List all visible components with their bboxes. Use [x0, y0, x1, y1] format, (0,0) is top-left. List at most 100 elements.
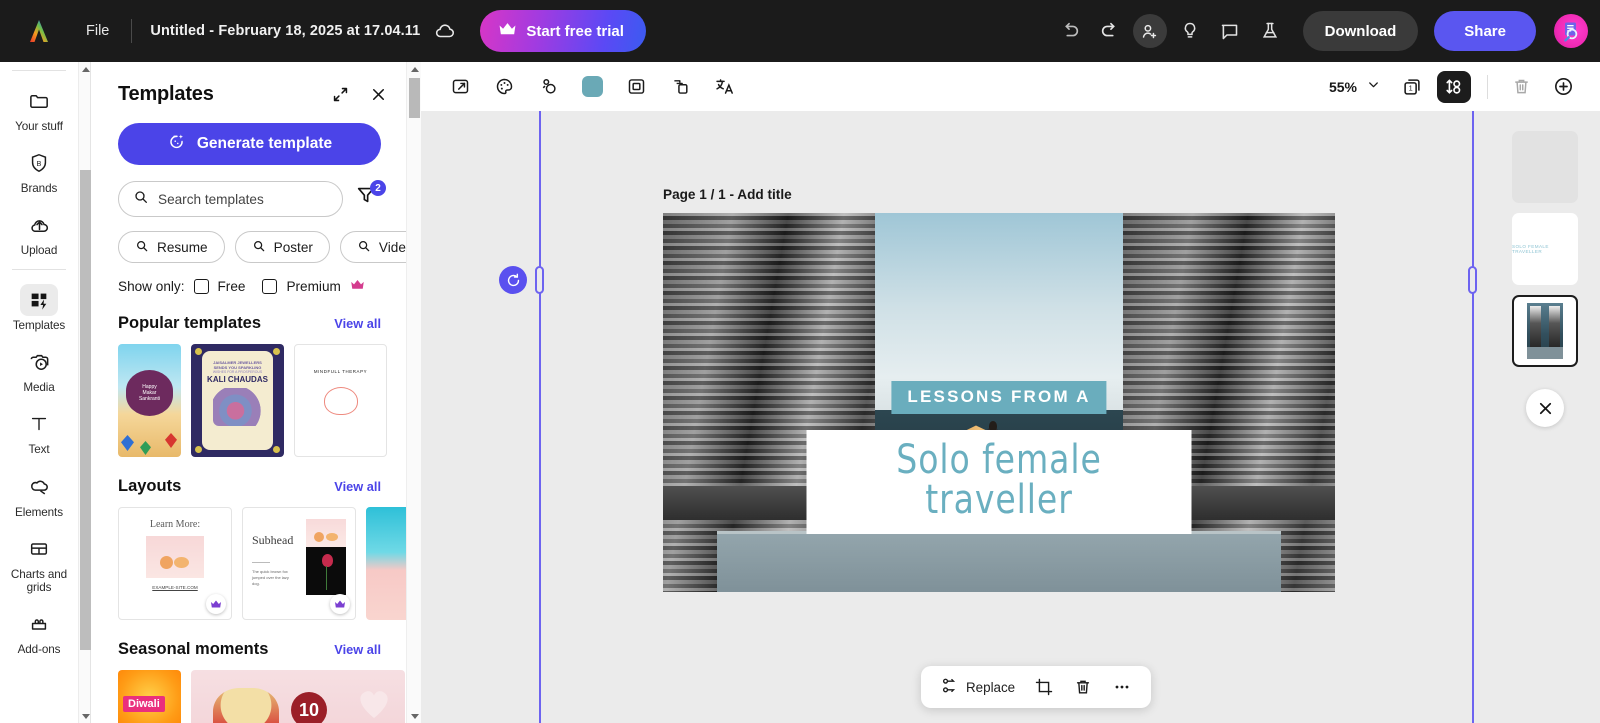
scroll-up-icon[interactable] — [407, 62, 422, 76]
section-title: Layouts — [118, 477, 182, 495]
cloud-saved-icon[interactable] — [434, 20, 456, 42]
share-button[interactable]: Share — [1434, 11, 1536, 51]
sidebar-item-your-stuff[interactable]: Your stuff — [0, 77, 78, 139]
invite-user-icon[interactable] — [1132, 14, 1167, 48]
chip-label: Poster — [273, 239, 313, 255]
page-thumbnail-selected[interactable] — [1512, 295, 1578, 367]
template-card[interactable]: Happy Makar Sankranti — [118, 344, 181, 457]
more-horizontal-icon[interactable] — [1105, 672, 1139, 702]
scroll-down-icon[interactable] — [79, 709, 92, 723]
start-free-trial-button[interactable]: Start free trial — [480, 10, 646, 52]
generate-template-label: Generate template — [196, 135, 333, 152]
sidebar-item-add-ons[interactable]: Add-ons — [0, 600, 78, 662]
editor-toolbar: 55% 1 — [421, 62, 1600, 111]
show-only-row: Show only: Free Premium — [93, 263, 406, 294]
palette-icon[interactable] — [487, 72, 521, 102]
redo-icon[interactable] — [1093, 14, 1127, 48]
page-thumbnail-empty[interactable] — [1512, 131, 1578, 203]
sidebar-item-media[interactable]: Media — [0, 338, 78, 400]
sidebar-label: Charts and grids — [10, 567, 68, 594]
expand-diagonal-icon[interactable] — [328, 82, 352, 106]
zoom-control[interactable]: 55% — [1323, 77, 1387, 97]
template-card[interactable]: JAISALMER JEWELLERS SENDS YOU SPARKLING … — [191, 344, 284, 457]
page-title-label[interactable]: Page 1 / 1 - Add title — [663, 187, 792, 202]
chip-video[interactable]: Video — [339, 231, 406, 263]
translate-icon[interactable] — [707, 72, 741, 102]
filter-count-badge: 2 — [370, 180, 386, 196]
view-all-link[interactable]: View all — [334, 642, 381, 657]
premium-label[interactable]: Premium — [286, 279, 340, 294]
free-checkbox[interactable] — [193, 279, 209, 294]
replace-button[interactable]: Replace — [933, 671, 1022, 703]
template-card[interactable]: Learn More: EXAMPLE-SITE.COM — [118, 507, 232, 620]
premium-badge — [330, 594, 350, 614]
sidebar-label: Your stuff — [15, 120, 63, 133]
flask-icon[interactable] — [1253, 14, 1287, 48]
template-card[interactable]: Subhead The quick brown fox jumped over … — [242, 507, 356, 620]
animate-icon[interactable] — [1437, 70, 1471, 103]
template-card-line2: The quick brown fox jumped over the lazy… — [252, 569, 289, 586]
undo-icon[interactable] — [1053, 14, 1087, 48]
resize-icon[interactable] — [443, 72, 477, 102]
guide-handle-right[interactable] — [1468, 266, 1477, 294]
top-bar-actions: Download Share — [1053, 0, 1588, 62]
start-free-trial-label: Start free trial — [526, 22, 624, 40]
sidebar-item-elements[interactable]: Elements — [0, 463, 78, 525]
template-card[interactable]: Diwali — [118, 670, 181, 723]
lightbulb-icon[interactable] — [1173, 14, 1207, 48]
sidebar-item-text[interactable]: Text — [0, 400, 78, 462]
template-card[interactable]: MINDFULL THERAPY — [294, 344, 387, 457]
search-icon — [135, 239, 149, 256]
sidebar-item-brands[interactable]: B Brands — [0, 139, 78, 201]
design-headline-block[interactable]: Solo female traveller — [806, 430, 1192, 534]
crop-icon[interactable] — [1027, 672, 1061, 702]
effects-icon[interactable] — [531, 72, 565, 102]
canvas-viewport[interactable]: Page 1 / 1 - Add title LESSONS FROM A So — [421, 111, 1600, 723]
free-label[interactable]: Free — [218, 279, 246, 294]
scrollbar-thumb[interactable] — [409, 78, 420, 118]
duplicate-layers-icon[interactable] — [663, 72, 697, 102]
scroll-up-icon[interactable] — [79, 62, 92, 76]
generate-template-button[interactable]: Generate template — [118, 123, 381, 165]
sidebar-item-charts-and-grids[interactable]: Charts and grids — [0, 525, 78, 600]
view-all-link[interactable]: View all — [334, 479, 381, 494]
page-thumbnail-text[interactable]: SOLO FEMALE TRAVELLER — [1512, 213, 1578, 285]
border-icon[interactable] — [619, 72, 653, 102]
trash-icon[interactable] — [1066, 672, 1100, 702]
design-overline-text[interactable]: LESSONS FROM A — [891, 381, 1107, 414]
rail-scrollbar[interactable] — [78, 62, 91, 723]
template-card[interactable]: 10 — [191, 670, 405, 723]
trash-icon[interactable] — [1504, 71, 1538, 103]
download-button[interactable]: Download — [1302, 11, 1419, 51]
close-icon[interactable] — [1526, 389, 1564, 427]
add-circle-icon[interactable] — [1546, 71, 1580, 103]
comment-icon[interactable] — [1213, 14, 1247, 48]
file-menu-button[interactable]: File — [78, 17, 117, 45]
user-avatar[interactable] — [1554, 14, 1588, 48]
template-card[interactable] — [366, 507, 406, 620]
premium-checkbox[interactable] — [262, 279, 278, 294]
panel-scrollbar[interactable] — [406, 62, 421, 723]
design-canvas[interactable]: LESSONS FROM A Solo female traveller — [663, 213, 1335, 592]
upload-cloud-icon — [20, 209, 58, 241]
chip-poster[interactable]: Poster — [234, 231, 330, 263]
left-rail: Your stuff B Brands Upload Templates Med… — [0, 62, 78, 723]
document-title[interactable]: Untitled - February 18, 2025 at 17.04.11 — [150, 23, 420, 39]
search-input[interactable]: Search templates — [118, 181, 343, 217]
filter-button[interactable]: 2 — [355, 180, 386, 214]
adobe-express-logo-icon[interactable] — [22, 14, 56, 48]
close-icon[interactable] — [366, 82, 390, 106]
guide-handle-left[interactable] — [535, 266, 544, 294]
rotate-icon[interactable] — [499, 266, 527, 294]
scrollbar-thumb[interactable] — [80, 170, 91, 650]
view-all-link[interactable]: View all — [334, 316, 381, 331]
sidebar-item-templates[interactable]: Templates — [0, 276, 78, 338]
scroll-down-icon[interactable] — [407, 709, 422, 723]
sidebar-label: Add-ons — [17, 642, 61, 656]
page-count-icon[interactable]: 1 — [1395, 71, 1429, 103]
guide-line-left[interactable] — [539, 111, 541, 723]
guide-line-right[interactable] — [1472, 111, 1474, 723]
chip-resume[interactable]: Resume — [118, 231, 225, 263]
sidebar-item-upload[interactable]: Upload — [0, 201, 78, 263]
fill-color-swatch[interactable] — [575, 72, 609, 102]
